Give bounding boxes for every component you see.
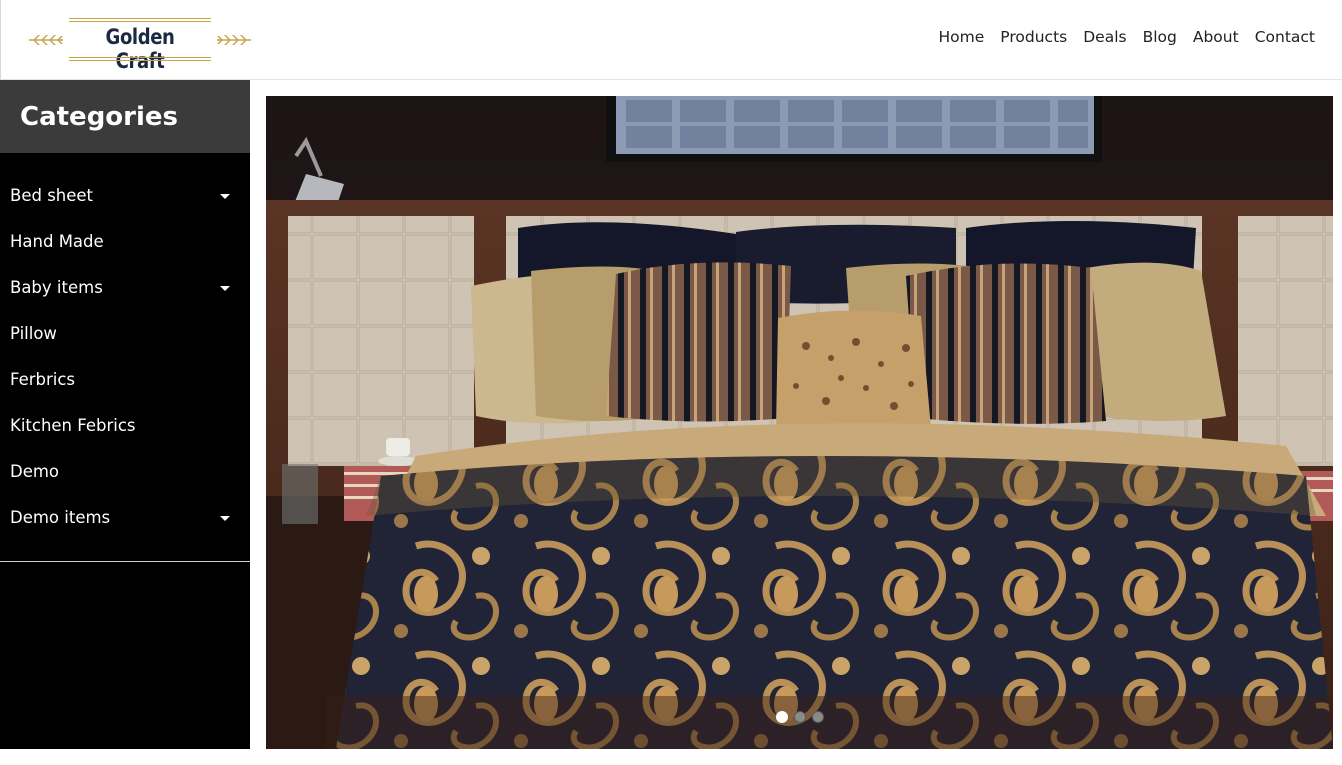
nav-deals[interactable]: Deals bbox=[1083, 28, 1126, 46]
wheat-right-icon bbox=[217, 35, 251, 45]
slider-dot-3[interactable] bbox=[811, 711, 824, 723]
slide-image-bedroom bbox=[266, 96, 1333, 749]
nav-about[interactable]: About bbox=[1193, 28, 1239, 46]
nav-home[interactable]: Home bbox=[939, 28, 985, 46]
category-pillow[interactable]: Pillow bbox=[0, 311, 250, 357]
nav-blog[interactable]: Blog bbox=[1143, 28, 1177, 46]
hero-slider[interactable] bbox=[266, 96, 1333, 749]
category-label: Demo bbox=[10, 462, 60, 481]
category-label: Hand Made bbox=[10, 232, 104, 251]
brand-name: Golden Craft bbox=[105, 25, 175, 73]
caret-down-icon[interactable] bbox=[220, 516, 230, 521]
caret-down-icon[interactable] bbox=[220, 194, 230, 199]
category-baby-items[interactable]: Baby items bbox=[0, 265, 250, 311]
site-header: Golden Craft Home Products Deals Blog Ab… bbox=[0, 0, 1342, 80]
logo-rule-top bbox=[69, 18, 211, 22]
category-demo-items[interactable]: Demo items bbox=[0, 495, 250, 541]
category-list: Bed sheet Hand Made Baby items Pillow Fe… bbox=[0, 153, 250, 541]
wheat-left-icon bbox=[29, 35, 63, 45]
category-label: Baby items bbox=[10, 278, 103, 297]
category-sidebar: Categories Bed sheet Hand Made Baby item… bbox=[0, 80, 250, 749]
categories-header: Categories bbox=[0, 80, 250, 153]
caret-down-icon[interactable] bbox=[220, 286, 230, 291]
sidebar-divider bbox=[0, 561, 250, 562]
slider-dot-1[interactable] bbox=[775, 711, 788, 723]
nav-contact[interactable]: Contact bbox=[1255, 28, 1315, 46]
slider-dots bbox=[266, 711, 1333, 723]
slider-dot-2[interactable] bbox=[793, 711, 806, 723]
category-kitchen-febrics[interactable]: Kitchen Febrics bbox=[0, 403, 250, 449]
category-label: Bed sheet bbox=[10, 186, 94, 205]
category-label: Ferbrics bbox=[10, 370, 76, 389]
logo-rule-bottom bbox=[69, 57, 211, 61]
category-label: Demo items bbox=[10, 508, 111, 527]
nav-products[interactable]: Products bbox=[1000, 28, 1067, 46]
main-nav: Home Products Deals Blog About Contact bbox=[923, 28, 1315, 46]
category-hand-made[interactable]: Hand Made bbox=[0, 219, 250, 265]
category-demo[interactable]: Demo bbox=[0, 449, 250, 495]
categories-title: Categories bbox=[20, 101, 179, 132]
category-label: Pillow bbox=[10, 324, 57, 343]
category-label: Kitchen Febrics bbox=[10, 416, 136, 435]
category-bed-sheet[interactable]: Bed sheet bbox=[0, 173, 250, 219]
brand-logo[interactable]: Golden Craft bbox=[29, 18, 251, 73]
category-ferbrics[interactable]: Ferbrics bbox=[0, 357, 250, 403]
